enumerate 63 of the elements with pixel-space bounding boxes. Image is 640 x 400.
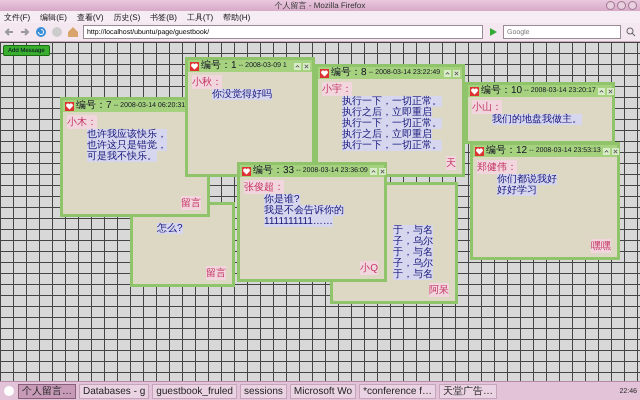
message-text: 执行一下，一切正常。 [342, 118, 442, 129]
message-text: 于，与名 [393, 225, 433, 236]
heart-icon [65, 102, 74, 110]
taskbar-item[interactable]: 个人留言… [18, 384, 76, 398]
message-text: 我是不会告诉你的 [264, 205, 344, 216]
message-text: 1111111111…… [264, 216, 333, 227]
message-text: 也许这只是错觉， [87, 140, 167, 151]
heart-icon [470, 86, 479, 96]
signature-text: 嘿嘿 [591, 239, 611, 253]
message-text: 可是我不快乐。 [87, 151, 157, 162]
menu-item[interactable]: 文件(F) [4, 12, 30, 22]
author-name: 郑健伟： [477, 160, 517, 174]
signature-text: 阿呆 [429, 283, 449, 297]
message-text: 怎么? [157, 223, 183, 234]
note-number: 编号：10 [481, 85, 522, 97]
note-number: 编号：1 [201, 60, 237, 72]
message-text: 我们的地盘我做主。 [492, 114, 582, 125]
note-number: 编号：8 [331, 67, 367, 79]
taskbar-item[interactable]: sessions [240, 384, 287, 398]
note-number: 编号：33 [253, 165, 294, 177]
taskbar-item[interactable]: guestbook_fruled [152, 384, 237, 398]
taskbar-item[interactable]: 天堂广告… [439, 384, 498, 398]
message-text: 执行一下，一切正常。 [342, 140, 442, 151]
message-text: 执行一下，一切正常。 [342, 96, 442, 107]
message-text: 你没觉得好吗 [212, 89, 272, 100]
menu-item[interactable]: 历史(S) [114, 12, 140, 22]
message-text: 你们都说我好 [497, 174, 557, 185]
author-name: 张俊超： [244, 180, 284, 194]
message-text: 你是谁? [264, 194, 300, 205]
menu-item[interactable]: 编辑(E) [40, 12, 67, 22]
author-name: 小山： [472, 100, 502, 114]
search-icon[interactable] [625, 26, 637, 38]
signature-text: 天 [446, 156, 456, 170]
author-name: 小宇： [322, 82, 352, 96]
signature-text: 小Q [360, 261, 378, 275]
message-text: 于，与名 [393, 269, 433, 280]
taskbar-item[interactable]: Microsoft Wo [290, 384, 356, 398]
menu-item[interactable]: 工具(T) [186, 12, 214, 22]
message-text: 也许我应该快乐， [87, 129, 167, 140]
heart-icon [190, 62, 199, 70]
author-name: 小木： [67, 115, 97, 129]
message-text: 好好学习 [497, 185, 537, 196]
heart-icon [320, 68, 329, 78]
menu-item[interactable]: 书签(B) [150, 12, 177, 22]
reload-icon[interactable] [35, 26, 47, 38]
heart-icon [242, 166, 251, 176]
window-title: 个人留言 - Mozilla Firefox [274, 0, 366, 11]
signature-text: 留言 [206, 266, 226, 280]
heart-icon [475, 146, 484, 156]
message-text: 执行之后，立即重启 [342, 129, 432, 140]
note-number: 编号：7 [76, 100, 112, 112]
menu-item[interactable]: 帮助(H) [223, 12, 250, 22]
author-name: 小秋： [192, 75, 222, 89]
message-text: 于，与名 [393, 247, 433, 258]
signature-text: 留言 [181, 196, 201, 210]
message-text: 子，乌尔 [393, 258, 433, 269]
taskbar-item[interactable]: *conference f… [359, 384, 436, 398]
go-icon[interactable] [487, 26, 499, 38]
note-number: 编号：12 [486, 145, 528, 157]
menu-item[interactable]: 查看(V) [76, 12, 104, 22]
taskbar-item[interactable]: Databases - g [79, 384, 150, 398]
message-text: 子，乌尔 [393, 236, 433, 247]
message-text: 执行之后，立即重启 [342, 107, 432, 118]
